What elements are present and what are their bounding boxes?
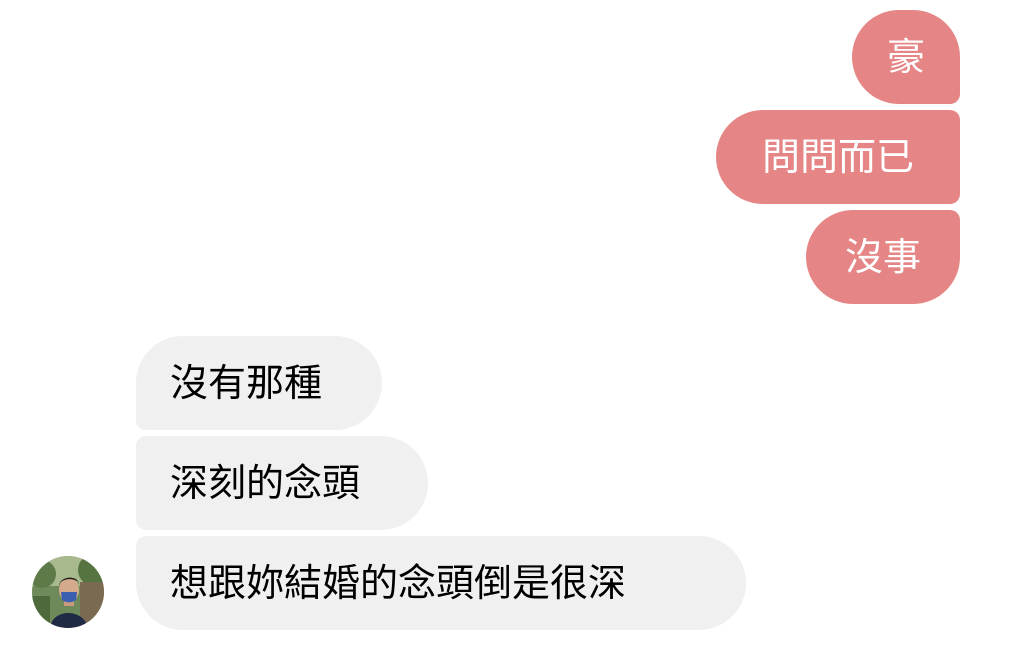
sender-avatar[interactable] <box>32 556 104 628</box>
chat-thread: 豪 問問而已 沒事 沒有那種 深刻的念頭 想跟妳結婚的念頭倒是很深 <box>0 0 1024 648</box>
message-text: 豪 <box>886 35 925 79</box>
message-text: 深刻的念頭 <box>170 461 361 505</box>
message-text: 沒事 <box>844 235 921 279</box>
incoming-message[interactable]: 深刻的念頭 <box>136 436 428 530</box>
outgoing-message[interactable]: 豪 <box>852 10 960 104</box>
message-text: 沒有那種 <box>170 361 323 405</box>
incoming-message[interactable]: 想跟妳結婚的念頭倒是很深 <box>136 536 746 630</box>
outgoing-message[interactable]: 沒事 <box>806 210 960 304</box>
message-text: 想跟妳結婚的念頭倒是很深 <box>170 561 627 605</box>
user-avatar-photo-icon <box>32 556 104 628</box>
message-text: 問問而已 <box>761 135 914 179</box>
incoming-message[interactable]: 沒有那種 <box>136 336 382 430</box>
outgoing-message[interactable]: 問問而已 <box>716 110 960 204</box>
